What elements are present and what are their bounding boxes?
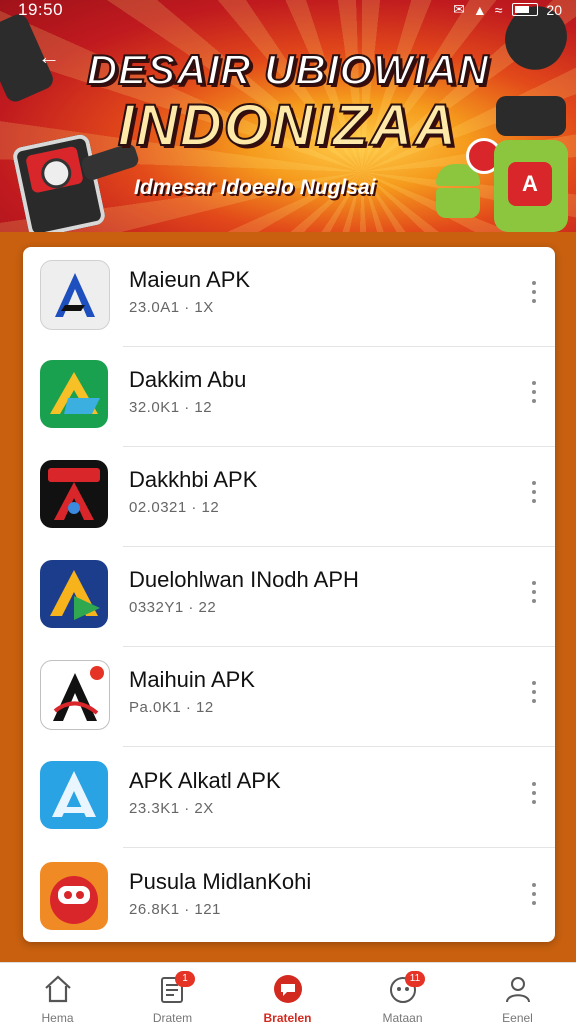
- more-options-icon[interactable]: [529, 782, 539, 808]
- banner-title-line1: DESAIR UBIOWIAN: [86, 45, 490, 94]
- app-name: Pusula MidlanKohi: [129, 869, 312, 894]
- app-name: Dakkim Abu: [129, 367, 247, 392]
- more-options-icon[interactable]: [529, 281, 539, 307]
- red-a-icon: [40, 460, 108, 528]
- more-options-icon[interactable]: [529, 381, 539, 407]
- list-item[interactable]: Pusula MidlanKohi 26.8K1 · 121: [23, 849, 555, 942]
- app-meta: 23.0A1 · 1X: [129, 299, 214, 316]
- list-item[interactable]: Dakkim Abu 32.0K1 · 12: [23, 347, 555, 447]
- black-a-icon: [40, 660, 110, 730]
- app-name: Dakkhbi APK: [129, 467, 258, 492]
- bottom-nav: Hema 1 Dratem Bratelen 11 Mataan Eenel: [0, 962, 576, 1025]
- app-meta: Pa.0K1 · 12: [129, 699, 214, 716]
- list-item[interactable]: Maihuin APK Pa.0K1 · 12: [23, 647, 555, 747]
- app-meta: 26.8K1 · 121: [129, 901, 221, 918]
- battery-level: 20: [546, 1, 562, 18]
- app-name: Duelohlwan INodh APH: [129, 567, 359, 592]
- app-meta: 0332Y1 · 22: [129, 599, 217, 616]
- tab-label: Mataan: [382, 1011, 423, 1025]
- tab-center[interactable]: Bratelen: [230, 963, 345, 1025]
- promo-banner: A ← DESAIR UBIOWIAN INDONIZAA Idmesar Id…: [0, 0, 576, 232]
- app-meta: 32.0K1 · 12: [129, 399, 213, 416]
- status-time: 19:50: [18, 0, 64, 19]
- tab-documents[interactable]: 1 Dratem: [115, 963, 230, 1025]
- navy-arrow-icon: [40, 560, 108, 628]
- app-name: APK Alkatl APK: [129, 768, 281, 793]
- tab-label: Bratelen: [263, 1011, 312, 1025]
- notification-badge: 1: [175, 971, 195, 987]
- blue-a-icon: [40, 761, 108, 829]
- more-options-icon[interactable]: [529, 681, 539, 707]
- tab-notifications[interactable]: 11 Mataan: [345, 963, 460, 1025]
- list-item[interactable]: APK Alkatl APK 23.3K1 · 2X: [23, 748, 555, 848]
- wifi-icon: ≈: [494, 1, 503, 18]
- status-icons: ✉ ▲ ≈ 20: [453, 1, 562, 18]
- chat-icon: [272, 973, 304, 1005]
- drive-arrow-icon: [40, 360, 108, 428]
- banner-subtitle: Idmesar Idoeelo Nuglsai: [134, 176, 376, 199]
- tab-profile[interactable]: Eenel: [460, 963, 575, 1025]
- app-name: Maihuin APK: [129, 667, 255, 692]
- signal-icon: ▲: [472, 1, 487, 18]
- notification-badge: 11: [405, 971, 425, 987]
- tab-label: Hema: [41, 1011, 74, 1025]
- profile-icon: [502, 973, 534, 1005]
- banner-title-line2: INDONIZAA: [117, 92, 459, 159]
- app-name: Maieun APK: [129, 267, 251, 292]
- battery-icon: [512, 3, 539, 16]
- bell-icon: 11: [387, 971, 425, 1005]
- notification-icon: ✉: [453, 1, 465, 17]
- tab-home[interactable]: Hema: [0, 963, 115, 1025]
- tab-label: Eenel: [502, 1011, 533, 1025]
- more-options-icon[interactable]: [529, 581, 539, 607]
- more-options-icon[interactable]: [529, 883, 539, 909]
- more-options-icon[interactable]: [529, 481, 539, 507]
- list-item[interactable]: Duelohlwan INodh APH 0332Y1 · 22: [23, 547, 555, 647]
- a-triangle-icon: [40, 260, 110, 330]
- red-mascot-icon: [40, 862, 108, 930]
- status-bar: 19:50 ✉ ▲ ≈ 20: [0, 0, 576, 22]
- document-icon: 1: [157, 971, 195, 1005]
- tab-label: Dratem: [152, 1011, 193, 1025]
- home-icon: [42, 973, 74, 1005]
- list-item[interactable]: Maieun APK 23.0A1 · 1X: [23, 247, 555, 347]
- app-meta: 02.0321 · 12: [129, 499, 220, 516]
- app-meta: 23.3K1 · 2X: [129, 800, 214, 817]
- list-item[interactable]: Dakkhbi APK 02.0321 · 12: [23, 447, 555, 547]
- app-list: Maieun APK 23.0A1 · 1X Dakkim Abu 32.0K1…: [23, 247, 555, 942]
